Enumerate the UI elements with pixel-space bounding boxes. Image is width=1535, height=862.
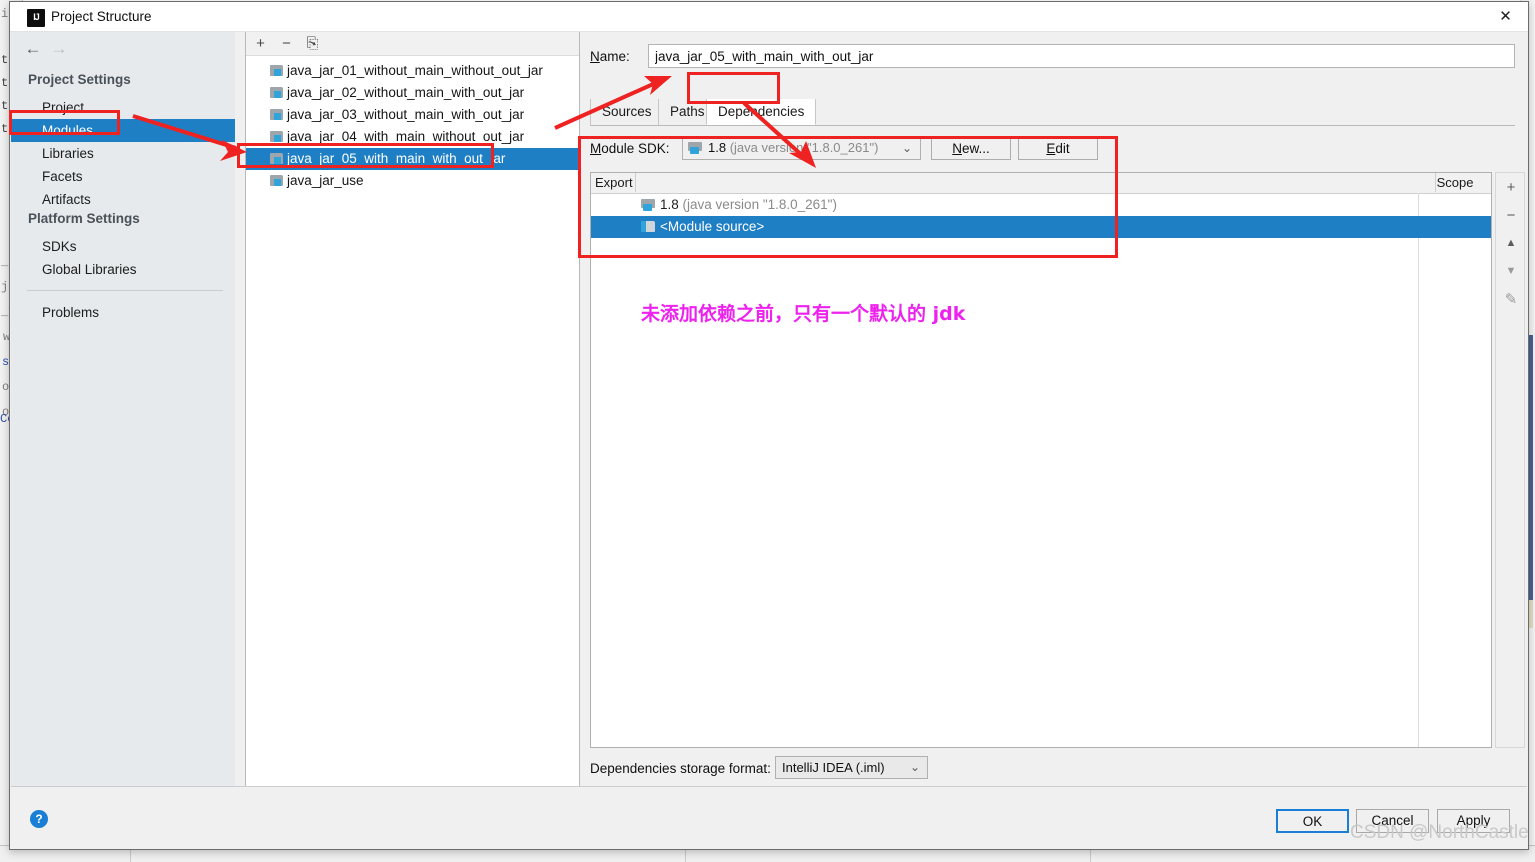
arrow-right-icon[interactable]: → bbox=[50, 40, 68, 58]
edit-sdk-button[interactable]: Edit bbox=[1018, 137, 1098, 160]
table-row[interactable]: 1.8 (java version "1.8.0_261") bbox=[591, 194, 1491, 216]
table-cell-name: 1.8 bbox=[660, 197, 679, 212]
dialog-footer: ? OK Cancel Apply bbox=[11, 786, 1527, 848]
module-icon bbox=[270, 109, 284, 121]
sidebar-item-global-libraries[interactable]: Global Libraries bbox=[11, 258, 235, 281]
sidebar-item-sdks[interactable]: SDKs bbox=[11, 235, 235, 258]
list-item[interactable]: java_jar_use bbox=[246, 170, 581, 192]
project-structure-dialog: IJ Project Structure ✕ ← → Project Setti… bbox=[9, 1, 1529, 850]
dependencies-table-header: Export Scope bbox=[591, 173, 1491, 194]
column-header-export[interactable]: Export bbox=[591, 173, 636, 192]
nav-group-platform-settings: Platform Settings bbox=[28, 211, 140, 226]
jdk-icon bbox=[688, 142, 703, 154]
list-item[interactable]: java_jar_02_without_main_with_out_jar bbox=[246, 82, 581, 104]
table-cell-name-detail: (java version "1.8.0_261") bbox=[682, 197, 837, 212]
list-item[interactable]: java_jar_01_without_main_without_out_jar bbox=[246, 60, 581, 82]
storage-format-label: Dependencies storage format: bbox=[590, 761, 771, 776]
annotation-note: 未添加依赖之前，只有一个默认的 jdk bbox=[641, 303, 966, 325]
column-header-scope[interactable]: Scope bbox=[1419, 173, 1491, 192]
intellij-idea-icon: IJ bbox=[27, 9, 45, 27]
module-sdk-version: 1.8 bbox=[708, 140, 727, 155]
settings-nav-panel: ← → Project Settings Project Modules Lib… bbox=[11, 32, 235, 788]
minus-icon[interactable]: − bbox=[1502, 207, 1520, 225]
module-icon bbox=[270, 175, 284, 187]
tab-dependencies[interactable]: Dependencies bbox=[706, 99, 817, 125]
list-item-label: java_jar_use bbox=[287, 173, 364, 188]
module-name-row: Name: bbox=[590, 44, 1515, 70]
list-item-label: java_jar_05_with_main_with_out_jar bbox=[287, 151, 506, 166]
nav-toolbar: ← → bbox=[11, 32, 235, 64]
tab-sources[interactable]: Sources bbox=[590, 99, 664, 125]
chevron-down-icon: ⌄ bbox=[901, 141, 912, 155]
arrow-down-icon[interactable]: ▼ bbox=[1502, 263, 1520, 281]
arrow-up-icon[interactable]: ▲ bbox=[1502, 235, 1520, 253]
copy-module-icon[interactable]: ⎘ bbox=[304, 36, 321, 53]
close-icon[interactable]: ✕ bbox=[1483, 2, 1528, 31]
list-item-label: java_jar_03_without_main_with_out_jar bbox=[287, 107, 525, 122]
remove-module-icon[interactable]: − bbox=[278, 36, 295, 53]
sidebar-item-problems[interactable]: Problems bbox=[11, 301, 235, 324]
new-sdk-button[interactable]: New... bbox=[931, 137, 1011, 160]
nav-divider bbox=[27, 290, 223, 291]
dependencies-side-toolbar: + − ▲ ▼ ✎ bbox=[1495, 172, 1525, 748]
module-sdk-select[interactable]: 1.8 (java version "1.8.0_261") ⌄ bbox=[682, 137, 921, 160]
plus-icon[interactable]: + bbox=[1502, 179, 1520, 197]
module-source-icon bbox=[641, 221, 656, 233]
dialog-title-bar: IJ Project Structure ✕ bbox=[10, 2, 1528, 32]
edit-pencil-icon[interactable]: ✎ bbox=[1502, 291, 1520, 309]
module-icon bbox=[270, 153, 284, 165]
chevron-down-icon: ⌄ bbox=[909, 760, 920, 774]
sidebar-item-facets[interactable]: Facets bbox=[11, 165, 235, 188]
list-item-label: java_jar_01_without_main_without_out_jar bbox=[287, 63, 543, 78]
module-name-input[interactable] bbox=[648, 44, 1515, 68]
module-list-toolbar: + − ⎘ bbox=[246, 32, 579, 56]
list-item-selected[interactable]: java_jar_05_with_main_with_out_jar bbox=[246, 148, 581, 170]
module-detail-panel: Name: Sources Paths Dependencies Module … bbox=[580, 32, 1527, 788]
detail-tabstrip: Sources Paths Dependencies bbox=[590, 99, 1515, 126]
module-list-panel: + − ⎘ java_jar_01_without_main_without_o… bbox=[245, 32, 581, 788]
add-module-icon[interactable]: + bbox=[252, 36, 269, 53]
jdk-icon bbox=[641, 199, 656, 211]
dependencies-table: Export Scope 1.8 (java version "1.8.0_26… bbox=[590, 172, 1492, 748]
dialog-title: Project Structure bbox=[51, 9, 152, 24]
list-item-label: java_jar_04_with_main_without_out_jar bbox=[287, 129, 525, 144]
sidebar-item-modules[interactable]: Modules bbox=[11, 119, 235, 142]
sidebar-item-artifacts[interactable]: Artifacts bbox=[11, 188, 235, 211]
table-column-divider bbox=[1418, 193, 1419, 747]
module-icon bbox=[270, 65, 284, 77]
column-header-name[interactable] bbox=[636, 173, 1436, 192]
list-item[interactable]: java_jar_03_without_main_with_out_jar bbox=[246, 104, 581, 126]
module-sdk-detail: (java version "1.8.0_261") bbox=[729, 140, 879, 155]
list-item-label: java_jar_02_without_main_with_out_jar bbox=[287, 85, 525, 100]
arrow-left-icon[interactable]: ← bbox=[24, 40, 42, 58]
sidebar-item-libraries[interactable]: Libraries bbox=[11, 142, 235, 165]
module-sdk-label: Module SDK: bbox=[590, 141, 670, 156]
nav-group-project-settings: Project Settings bbox=[28, 72, 131, 87]
storage-format-select[interactable]: IntelliJ IDEA (.iml) ⌄ bbox=[775, 756, 928, 779]
screenshot-root: in th th th th _0 ja _v w s o o Co IJ Pr… bbox=[0, 0, 1535, 862]
table-cell-name: <Module source> bbox=[660, 219, 765, 234]
watermark: CSDN @NorthCastle bbox=[1350, 822, 1529, 843]
sidebar-item-project[interactable]: Project bbox=[11, 96, 235, 119]
module-icon bbox=[270, 131, 284, 143]
module-icon bbox=[270, 87, 284, 99]
table-row-selected[interactable]: <Module source> bbox=[591, 216, 1491, 238]
storage-format-value: IntelliJ IDEA (.iml) bbox=[782, 760, 885, 775]
module-name-label: Name: bbox=[590, 49, 630, 64]
module-sdk-row: Module SDK: 1.8 (java version "1.8.0_261… bbox=[590, 137, 1527, 161]
help-icon[interactable]: ? bbox=[30, 810, 48, 828]
list-item[interactable]: java_jar_04_with_main_without_out_jar bbox=[246, 126, 581, 148]
ok-button[interactable]: OK bbox=[1276, 809, 1349, 833]
